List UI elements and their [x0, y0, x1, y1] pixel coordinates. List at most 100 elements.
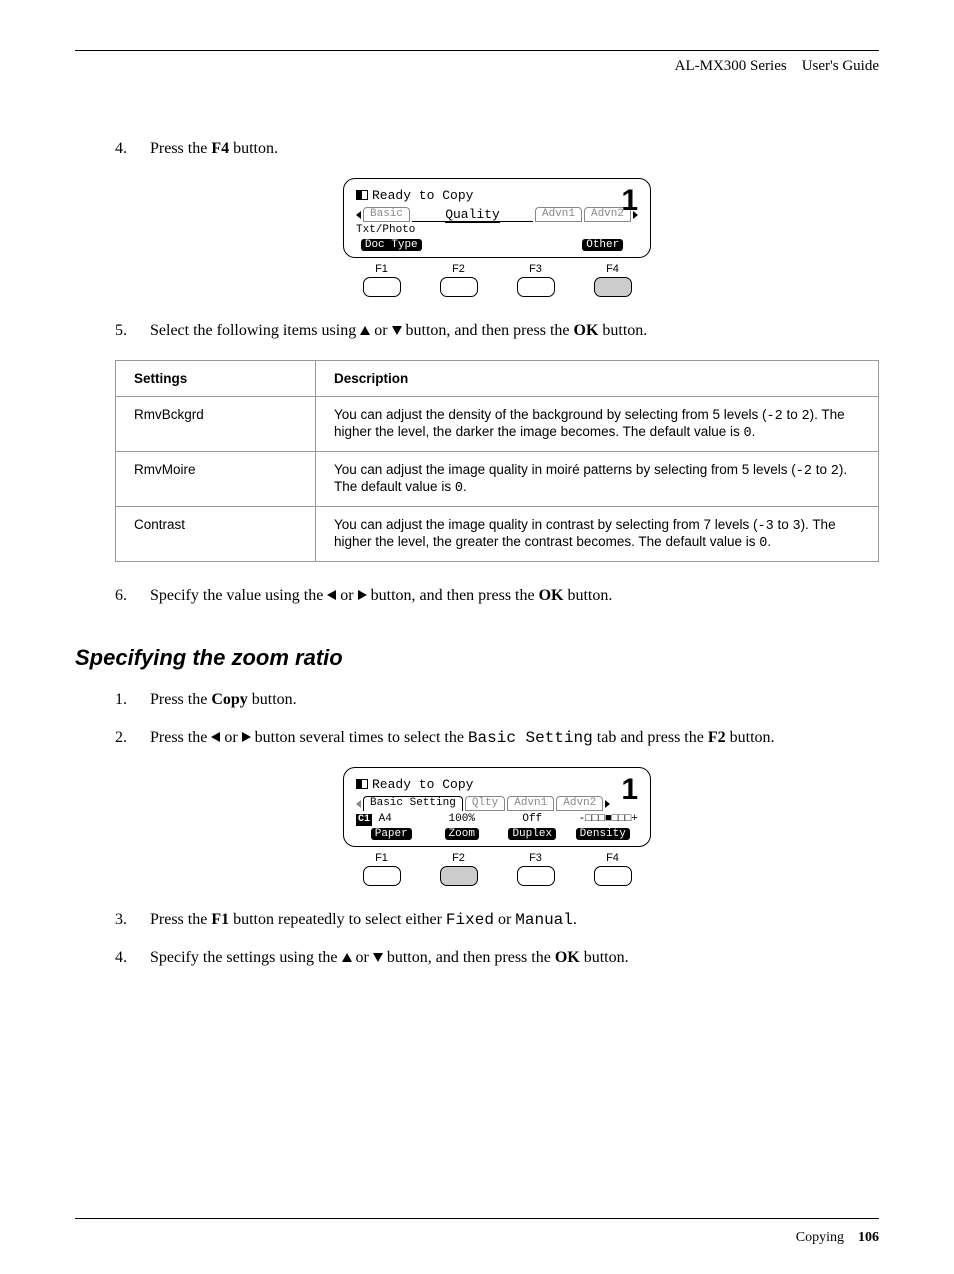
copy-count: 1 — [621, 184, 638, 218]
text: to — [783, 407, 802, 422]
button-name: F4 — [211, 140, 229, 157]
text: Press the — [150, 691, 211, 708]
tab-qlty: Qlty — [465, 796, 505, 811]
text: You can adjust the image quality in cont… — [334, 517, 757, 532]
text: button several times to select the — [251, 729, 468, 746]
setting-desc: You can adjust the image quality in moir… — [316, 452, 879, 507]
lcd-display-2: Ready to Copy 1 Basic Setting Qlty Advn1… — [343, 767, 651, 847]
product-series: AL-MX300 Series — [675, 58, 787, 74]
table-row: Contrast You can adjust the image qualit… — [116, 507, 879, 562]
step-number: 4. — [115, 140, 150, 158]
softkey-f2 — [427, 239, 498, 251]
text: . — [767, 534, 771, 549]
zoom-step-3: 3. Press the F1 button repeatedly to sel… — [115, 911, 879, 929]
f4-button[interactable] — [594, 277, 632, 297]
f2-button[interactable] — [440, 277, 478, 297]
text: or — [352, 949, 373, 966]
text: tab and press the — [593, 729, 708, 746]
step-number: 3. — [115, 911, 150, 929]
text: Specify the value using the — [150, 587, 327, 604]
text: button. — [248, 691, 297, 708]
lcd-value-row: C1 A4 100% Off -□□□■□□□+ — [356, 813, 638, 826]
mono: 0 — [744, 426, 752, 441]
lcd-title-row: Ready to Copy — [356, 187, 638, 203]
setting-desc: You can adjust the density of the backgr… — [316, 397, 879, 452]
zoom-step-4: 4. Specify the settings using the or but… — [115, 949, 879, 967]
step-number: 6. — [115, 587, 150, 605]
fkey-label: F4 — [606, 852, 619, 864]
label: Duplex — [508, 828, 556, 840]
text: or — [494, 911, 515, 928]
step-number: 1. — [115, 691, 150, 709]
footer-text: Copying 106 — [796, 1230, 879, 1246]
text: Select the following items using — [150, 322, 360, 339]
table-row: RmvMoire You can adjust the image qualit… — [116, 452, 879, 507]
lcd-title: Ready to Copy — [372, 188, 473, 203]
footer-divider — [75, 1218, 879, 1219]
lcd-value: Txt/Photo — [356, 224, 415, 236]
fkey-f1: F1 — [363, 263, 401, 297]
lcd-display-1: Ready to Copy 1 Basic Quality Advn1 Advn… — [343, 178, 651, 258]
header-text: AL-MX300 Series User's Guide — [675, 58, 879, 75]
step-number: 5. — [115, 322, 150, 340]
left-triangle-icon — [211, 732, 220, 742]
down-triangle-icon — [392, 326, 402, 335]
f3-button[interactable] — [517, 866, 555, 886]
lcd-title-row: Ready to Copy — [356, 776, 638, 792]
text: Press the — [150, 729, 211, 746]
f4-button[interactable] — [594, 866, 632, 886]
section-heading: Specifying the zoom ratio — [75, 645, 879, 671]
f3-button[interactable] — [517, 277, 555, 297]
text: . — [573, 911, 577, 928]
tab-basic-setting: Basic Setting — [363, 796, 463, 811]
doc-title: User's Guide — [802, 58, 879, 74]
label: Paper — [371, 828, 412, 840]
label: Density — [576, 828, 630, 840]
fkey-label: F2 — [452, 852, 465, 864]
fkey-f2: F2 — [440, 852, 478, 886]
text: to — [812, 462, 831, 477]
label: Other — [582, 239, 623, 251]
step-5: 5. Select the following items using or b… — [115, 322, 879, 340]
tab-advn2: Advn2 — [556, 796, 603, 811]
left-triangle-icon — [327, 590, 336, 600]
button-name: OK — [539, 587, 564, 604]
f2-button[interactable] — [440, 866, 478, 886]
fkey-f3: F3 — [517, 263, 555, 297]
setting-name: RmvBckgrd — [116, 397, 316, 452]
text: or — [336, 587, 357, 604]
fkey-f4: F4 — [594, 852, 632, 886]
button-name: OK — [574, 322, 599, 339]
mono: Fixed — [446, 911, 494, 929]
text: button, and then press the — [367, 587, 539, 604]
label: Doc Type — [361, 239, 422, 251]
step-text: Press the or button several times to sel… — [150, 729, 879, 747]
text: Press the — [150, 140, 211, 157]
arrow-left-icon — [356, 800, 361, 808]
table-header-row: Settings Description — [116, 361, 879, 397]
val-paper: C1 A4 — [356, 813, 427, 826]
softkey-f1: Doc Type — [356, 239, 427, 251]
page-content: 4. Press the F4 button. Ready to Copy 1 … — [115, 140, 879, 987]
f1-button[interactable] — [363, 866, 401, 886]
fkey-f1: F1 — [363, 852, 401, 886]
mono: -3 — [757, 519, 773, 534]
zoom-step-1: 1. Press the Copy button. — [115, 691, 879, 709]
right-triangle-icon — [242, 732, 251, 742]
copy-count: 1 — [621, 773, 638, 807]
softkey-f4: Density — [568, 828, 639, 840]
f1-button[interactable] — [363, 277, 401, 297]
tab-advn1: Advn1 — [507, 796, 554, 811]
right-triangle-icon — [358, 590, 367, 600]
button-name: Copy — [211, 691, 247, 708]
fkey-label: F2 — [452, 263, 465, 275]
text: button. — [580, 949, 629, 966]
label: Zoom — [445, 828, 479, 840]
arrow-left-icon — [356, 211, 361, 219]
val-duplex: Off — [497, 813, 568, 826]
lcd-tabs: Basic Quality Advn1 Advn2 — [356, 207, 638, 222]
footer-section: Copying — [796, 1230, 844, 1245]
up-triangle-icon — [360, 326, 370, 335]
mono: Manual — [515, 911, 573, 929]
step-number: 2. — [115, 729, 150, 747]
